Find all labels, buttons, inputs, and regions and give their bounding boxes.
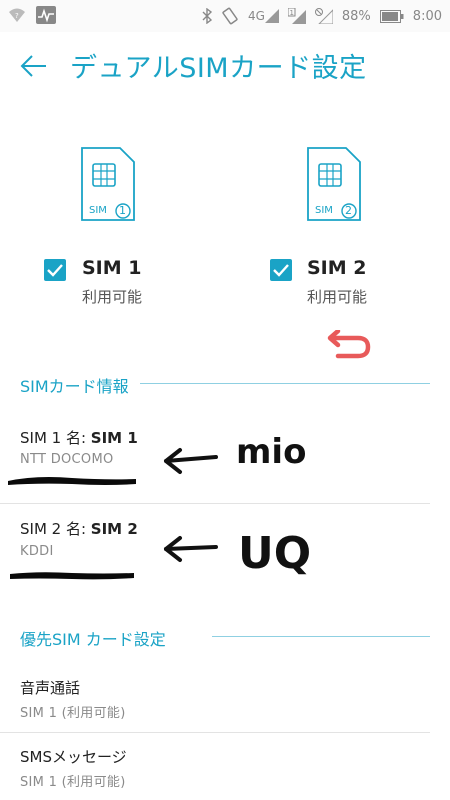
sim-card-1-label: SIM (89, 205, 107, 216)
sim-card-1-number: 1 (119, 204, 126, 217)
sim-1-carrier: NTT DOCOMO (20, 452, 114, 467)
sim-2-checkbox[interactable] (270, 259, 292, 281)
sms-row[interactable]: SMSメッセージ SIM 1 (利用可能) (0, 738, 450, 800)
check-icon (47, 264, 63, 277)
check-icon (273, 264, 289, 277)
redaction-scribble (8, 477, 136, 485)
annotation-uq: UQ (238, 528, 312, 579)
back-button[interactable] (18, 50, 50, 82)
signal-no-sim-icon (314, 8, 333, 24)
sim-1-checkbox[interactable] (44, 259, 66, 281)
left-arrow-annotation-icon (164, 448, 218, 474)
sim-2-name-value: SIM 2 (90, 520, 138, 538)
preferred-sim-section-header: 優先SIM カード設定 (20, 630, 166, 649)
sim-card-2-number: 2 (345, 204, 352, 217)
sim-card-1-icon: SIM 1 (80, 146, 136, 222)
section-divider (212, 636, 430, 637)
sms-value: SIM 1 (利用可能) (20, 775, 126, 790)
sim-2-carrier: KDDI (20, 544, 54, 559)
battery-percent: 88% (341, 8, 371, 24)
status-bar: ? 4G 1 88% 8:00 (0, 0, 450, 32)
battery-icon (379, 9, 404, 23)
sim-1-name: SIM 1 (82, 257, 142, 279)
sim-2-name: SIM 2 (307, 257, 367, 279)
back-arrow-icon (20, 55, 46, 77)
sim-card-2-label: SIM (315, 205, 333, 216)
activity-icon (36, 6, 56, 24)
sim-card-2-icon: SIM 2 (306, 146, 362, 222)
sim-1-name-label: SIM 1 名: (20, 429, 91, 447)
clock: 8:00 (412, 8, 442, 24)
bluetooth-icon (202, 8, 212, 24)
voice-call-value: SIM 1 (利用可能) (20, 706, 126, 721)
voice-call-row[interactable]: 音声通話 SIM 1 (利用可能) (0, 668, 450, 730)
app-bar: デュアルSIMカード設定 (0, 32, 450, 102)
voice-call-title: 音声通話 (20, 679, 81, 697)
wifi-question-icon: ? (8, 7, 26, 23)
svg-text:1: 1 (289, 9, 293, 17)
signal-sim1-icon: 1 (287, 8, 306, 24)
row-divider (0, 503, 430, 504)
section-divider (140, 383, 430, 384)
row-divider (0, 732, 430, 733)
sim-1-name-row[interactable]: SIM 1 名: SIM 1 NTT DOCOMO (0, 420, 450, 502)
sim-2-status: 利用可能 (307, 288, 368, 306)
sim-1-status: 利用可能 (82, 288, 143, 306)
sms-title: SMSメッセージ (20, 748, 127, 766)
sim-2-name-label: SIM 2 名: (20, 520, 91, 538)
undo-arrow-icon (324, 328, 372, 362)
sim-info-section-header: SIMカード情報 (20, 377, 129, 396)
page-title: デュアルSIMカード設定 (70, 53, 367, 84)
svg-text:?: ? (15, 12, 19, 20)
sim-1-name-value: SIM 1 (90, 429, 138, 447)
left-arrow-annotation-icon (164, 536, 218, 562)
vibrate-icon (221, 7, 239, 25)
signal-4g-icon: 4G (248, 9, 279, 23)
redaction-scribble (10, 572, 134, 580)
annotation-mio: mio (236, 432, 307, 472)
